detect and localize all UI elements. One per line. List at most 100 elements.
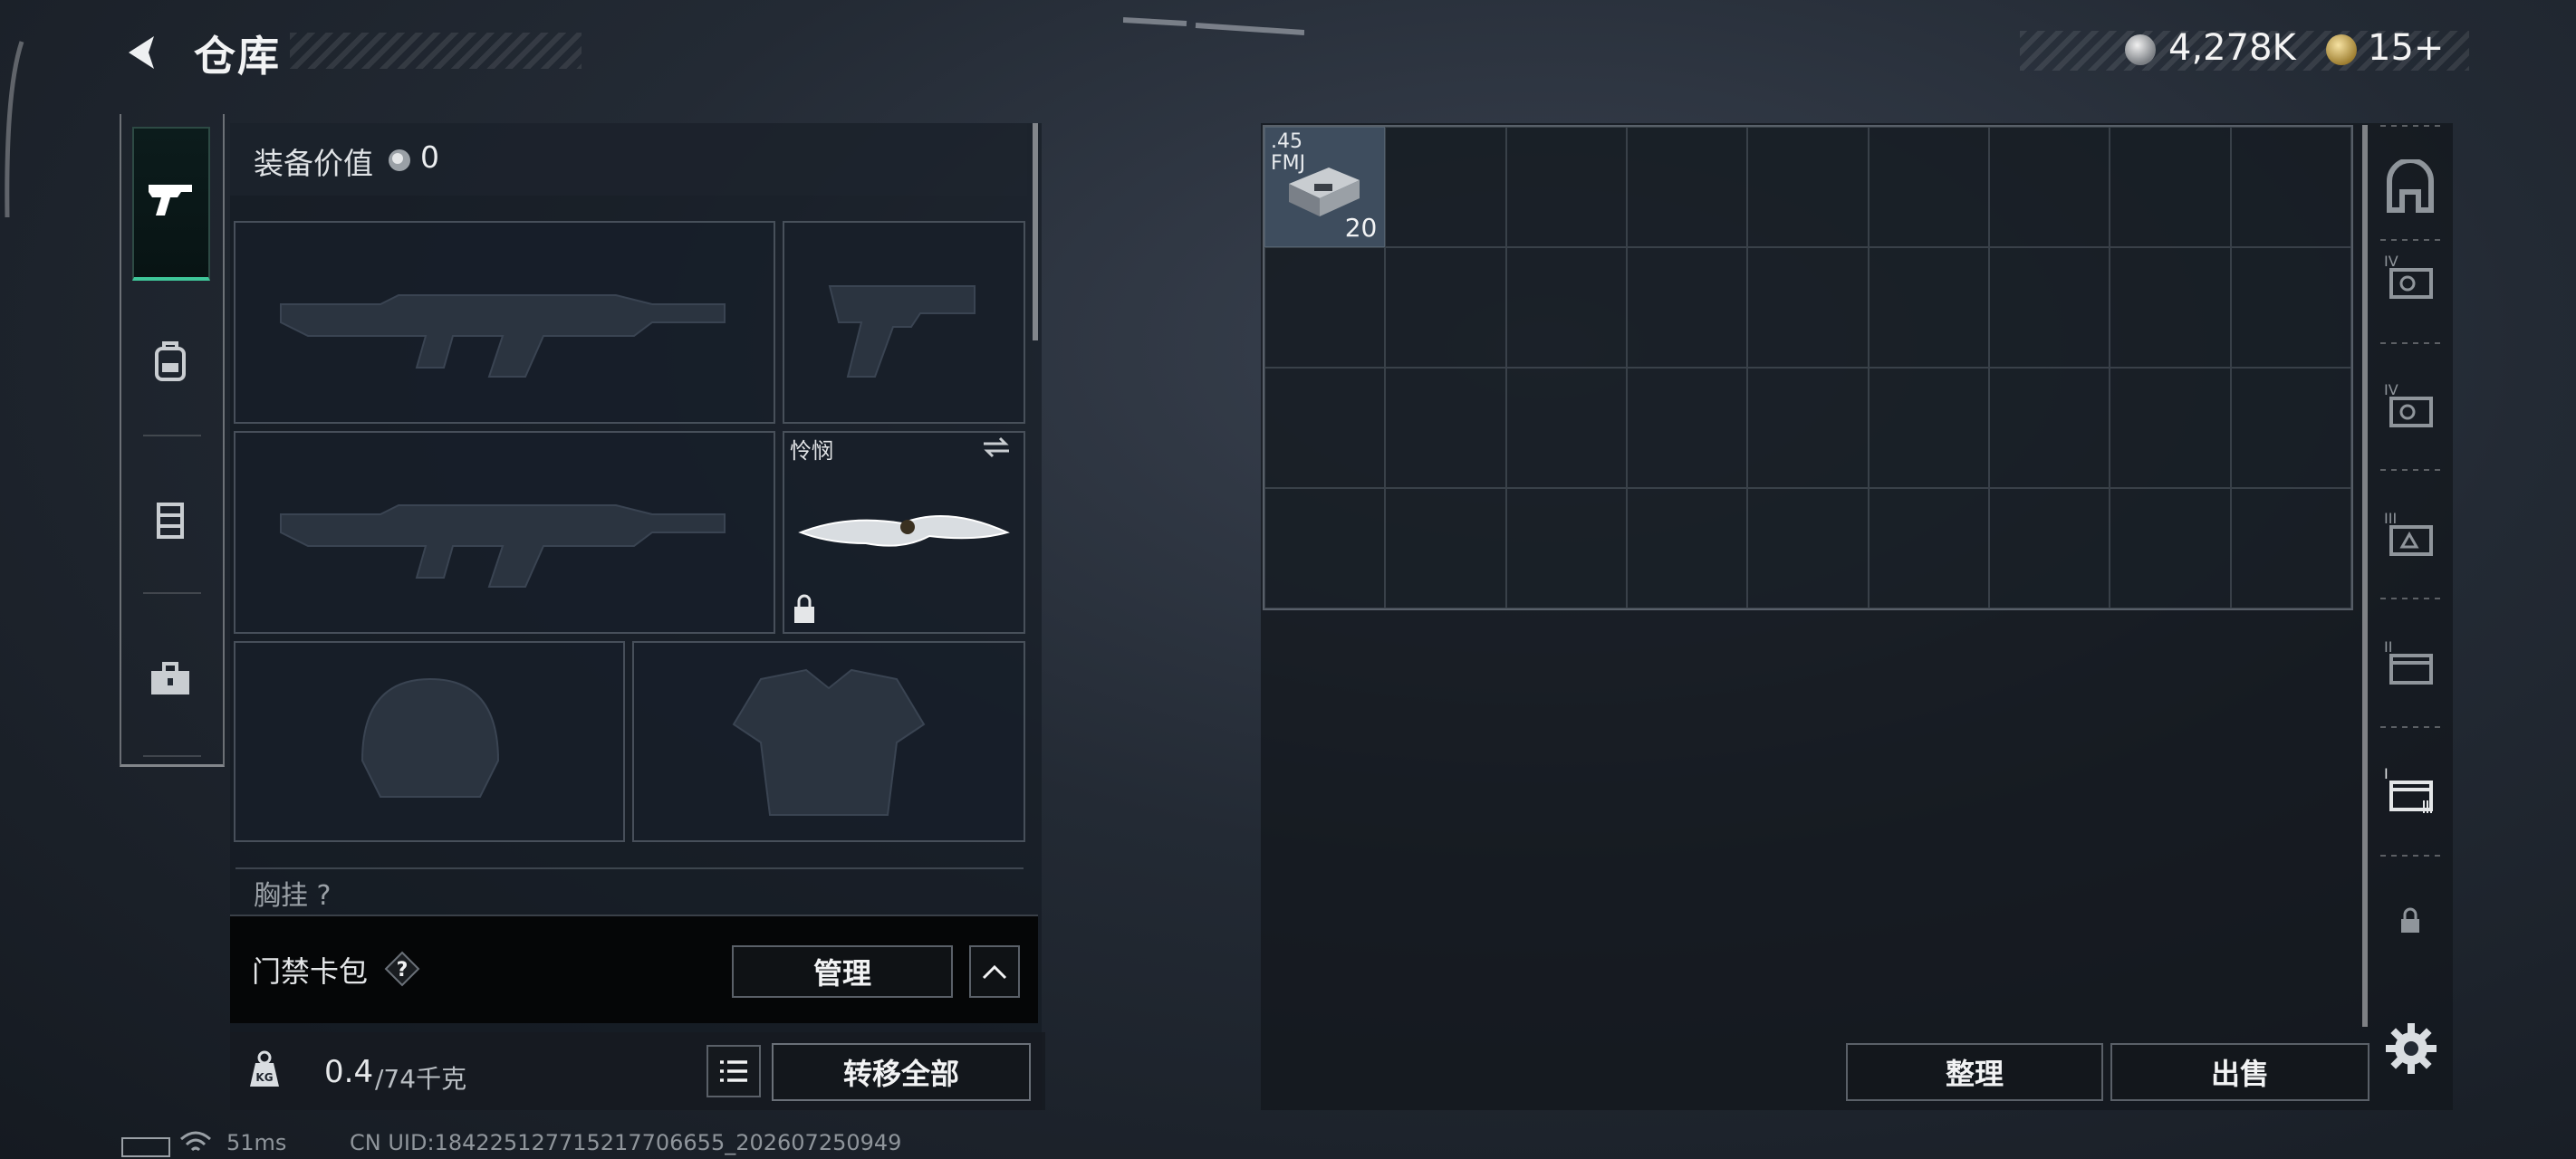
assault-rifle-icon bbox=[280, 504, 726, 588]
gear-icon bbox=[2386, 1023, 2437, 1074]
help-icon[interactable]: ? bbox=[384, 951, 420, 987]
title-decoration bbox=[290, 33, 582, 69]
slot-helmet[interactable] bbox=[234, 641, 625, 842]
tab-backpack[interactable] bbox=[134, 326, 207, 398]
grid-cell[interactable] bbox=[1385, 488, 1506, 608]
container-iv-2[interactable]: IV bbox=[2379, 375, 2442, 438]
svg-text:III: III bbox=[2384, 510, 2397, 527]
decorative-edge bbox=[5, 41, 24, 217]
grid-cell[interactable] bbox=[1868, 368, 1989, 488]
grid-cell[interactable] bbox=[1505, 488, 1627, 608]
equipment-value: 0 bbox=[420, 139, 439, 175]
body-armor-icon bbox=[732, 668, 926, 816]
carry-capacity: /74千克 bbox=[375, 1064, 467, 1094]
tab-weapons[interactable] bbox=[132, 127, 210, 281]
grid-cell[interactable] bbox=[1264, 247, 1386, 368]
grid-cell[interactable] bbox=[2230, 368, 2351, 488]
storage-scrollbar[interactable] bbox=[2362, 125, 2368, 1027]
grid-cell[interactable] bbox=[1988, 247, 2110, 368]
grid-cell[interactable] bbox=[1385, 127, 1506, 247]
karambit-knife-icon bbox=[798, 515, 1010, 547]
item-count: 20 bbox=[1344, 213, 1378, 243]
sell-button[interactable]: 出售 bbox=[2110, 1043, 2369, 1101]
page-title: 仓库 bbox=[194, 32, 281, 81]
back-button[interactable] bbox=[118, 27, 168, 78]
wifi-icon bbox=[180, 1131, 211, 1152]
grid-cell[interactable] bbox=[2110, 488, 2231, 608]
svg-text:I: I bbox=[2384, 765, 2389, 782]
grid-cell[interactable] bbox=[1747, 368, 1869, 488]
sort-button[interactable]: 整理 bbox=[1846, 1043, 2103, 1101]
grid-cell[interactable] bbox=[1385, 247, 1506, 368]
back-arrow-icon bbox=[129, 36, 154, 69]
grid-cell[interactable] bbox=[1988, 368, 2110, 488]
battery-icon bbox=[121, 1137, 170, 1157]
safe-box-icon bbox=[2387, 159, 2434, 213]
tab-vest[interactable] bbox=[134, 484, 207, 556]
item-ammo-45-fmj[interactable]: .45 FMJ 20 bbox=[1264, 127, 1386, 247]
equipment-scrollbar[interactable] bbox=[1033, 123, 1038, 340]
slot-armor[interactable] bbox=[632, 641, 1025, 842]
container-i-icon: I bbox=[2384, 765, 2433, 813]
vest-icon bbox=[157, 503, 184, 539]
container-iii-icon: III bbox=[2384, 510, 2433, 556]
grid-cell[interactable] bbox=[1626, 488, 1748, 608]
grid-cell[interactable] bbox=[2110, 368, 2231, 488]
grid-cell[interactable] bbox=[1868, 247, 1989, 368]
backpack-icon bbox=[155, 341, 186, 381]
user-uid: CN UID:18422512771521770665​5_2026072509… bbox=[350, 1130, 902, 1155]
grid-cell[interactable] bbox=[1747, 127, 1869, 247]
grid-cell[interactable] bbox=[1505, 368, 1627, 488]
locked-container[interactable] bbox=[2379, 889, 2442, 953]
transfer-all-button[interactable]: 转移全部 bbox=[772, 1043, 1031, 1101]
grid-cell[interactable] bbox=[2230, 127, 2351, 247]
helmet-icon bbox=[360, 677, 500, 798]
grid-cell[interactable] bbox=[1264, 368, 1386, 488]
container-safe-box[interactable] bbox=[2379, 156, 2442, 219]
container-ii[interactable]: II bbox=[2379, 632, 2442, 695]
container-i[interactable]: I bbox=[2379, 759, 2442, 822]
svg-text:?: ? bbox=[397, 959, 409, 982]
list-icon bbox=[720, 1060, 747, 1082]
svg-text:IV: IV bbox=[2384, 253, 2398, 270]
container-ii-icon: II bbox=[2384, 638, 2433, 685]
grid-cell[interactable] bbox=[1385, 368, 1506, 488]
grid-cell[interactable] bbox=[1988, 488, 2110, 608]
tab-toolbox[interactable] bbox=[134, 643, 207, 715]
manage-button[interactable]: 管理 bbox=[732, 945, 953, 998]
container-iv-icon: IV bbox=[2384, 381, 2433, 427]
svg-text:IV: IV bbox=[2384, 381, 2398, 398]
swap-icon[interactable] bbox=[980, 435, 1013, 460]
slot-primary-weapon-2[interactable] bbox=[234, 431, 775, 634]
collapse-button[interactable] bbox=[969, 945, 1020, 998]
slot-sidearm[interactable] bbox=[783, 221, 1025, 424]
grid-cell[interactable] bbox=[2110, 127, 2231, 247]
ping-readout: 51ms bbox=[226, 1130, 287, 1155]
grid-cell[interactable] bbox=[1505, 247, 1627, 368]
silver-coin-icon bbox=[2125, 34, 2156, 65]
container-iii[interactable]: III bbox=[2379, 503, 2442, 567]
weight-kg-icon: KG bbox=[250, 1050, 279, 1087]
grid-cell[interactable] bbox=[1868, 127, 1989, 247]
grid-cell[interactable] bbox=[1626, 247, 1748, 368]
grid-cell[interactable] bbox=[2230, 488, 2351, 608]
grid-cell[interactable] bbox=[2230, 247, 2351, 368]
grid-cell[interactable] bbox=[1747, 488, 1869, 608]
grid-cell[interactable] bbox=[1747, 247, 1869, 368]
gold-balance[interactable]: 15+ bbox=[2368, 27, 2444, 69]
settings-button[interactable] bbox=[2382, 1020, 2440, 1078]
grid-cell[interactable] bbox=[1264, 488, 1386, 608]
grid-cell[interactable] bbox=[1505, 127, 1627, 247]
equipment-value-label: 装备价值 bbox=[254, 146, 373, 181]
pistol-icon bbox=[149, 185, 192, 216]
grid-cell[interactable] bbox=[1868, 488, 1989, 608]
list-view-button[interactable] bbox=[706, 1045, 761, 1097]
grid-cell[interactable] bbox=[1626, 368, 1748, 488]
grid-cell[interactable] bbox=[2110, 247, 2231, 368]
container-iv-1[interactable]: IV bbox=[2379, 246, 2442, 310]
chest-rig-slot[interactable] bbox=[235, 867, 1024, 905]
pistol-icon bbox=[828, 285, 976, 378]
slot-primary-weapon-1[interactable] bbox=[234, 221, 775, 424]
grid-cell[interactable] bbox=[1988, 127, 2110, 247]
grid-cell[interactable] bbox=[1626, 127, 1748, 247]
